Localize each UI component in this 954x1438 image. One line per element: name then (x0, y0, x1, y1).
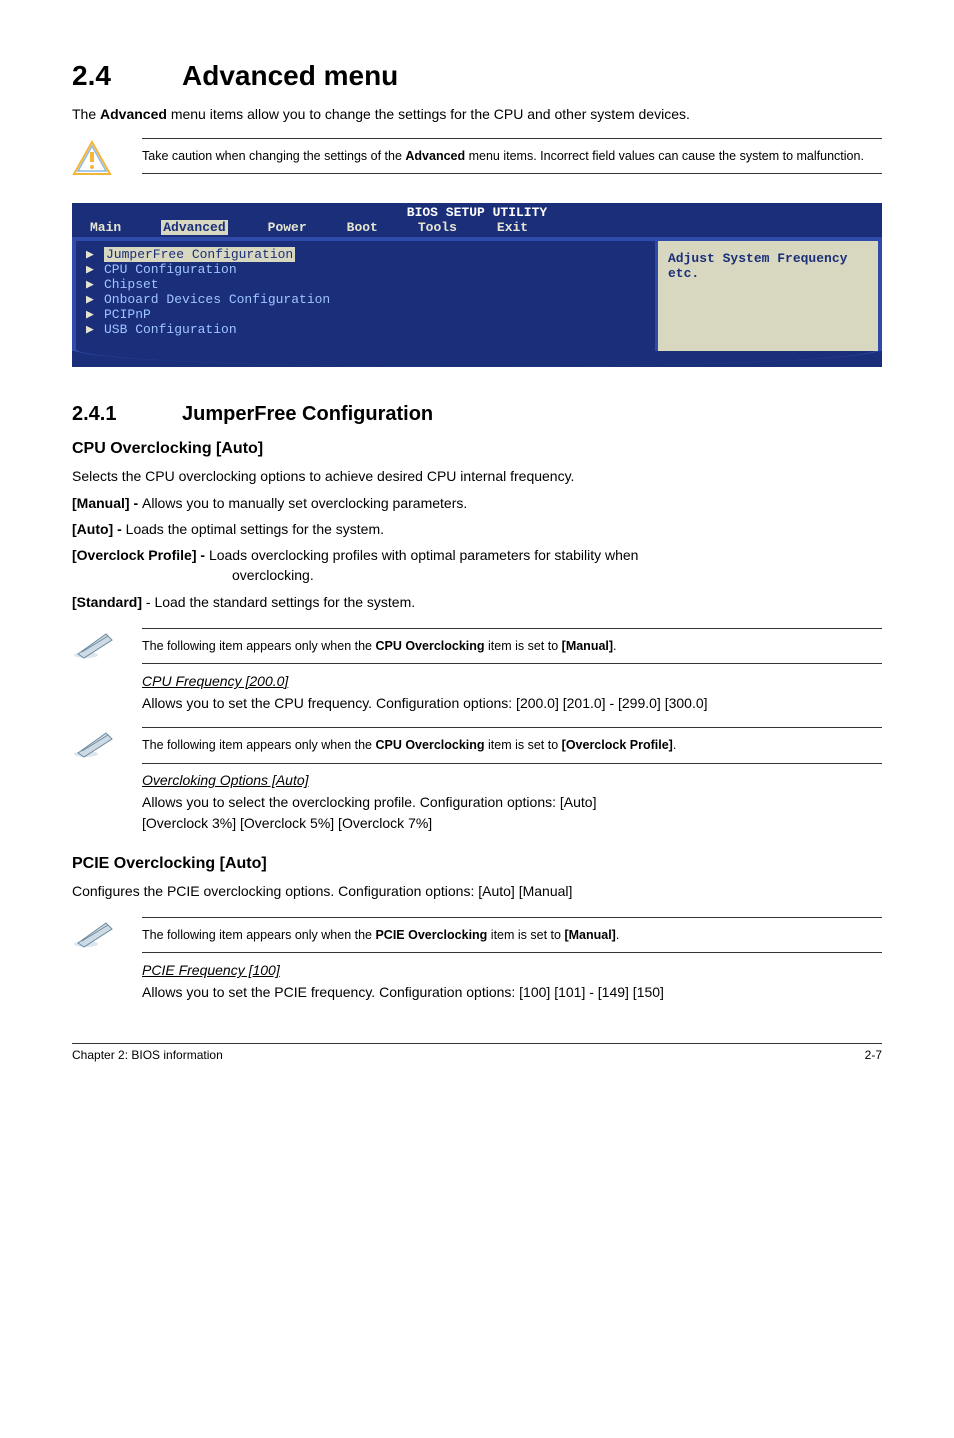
subsection-title: 2.4.1JumperFree Configuration (72, 403, 882, 426)
bios-menu-exit[interactable]: Exit (497, 220, 528, 235)
option-manual: [Manual] - Allows you to manually set ov… (72, 493, 882, 513)
option-standard: [Standard] - Load the standard settings … (72, 592, 882, 612)
bios-item[interactable]: ▶Onboard Devices Configuration (86, 292, 645, 307)
footer-right: 2-7 (865, 1048, 882, 1062)
bios-menu-power[interactable]: Power (268, 220, 307, 235)
submenu-arrow-icon: ▶ (86, 247, 104, 262)
submenu-arrow-icon: ▶ (86, 262, 104, 277)
bios-item[interactable]: ▶JumperFree Configuration (86, 247, 645, 262)
submenu-arrow-icon: ▶ (86, 292, 104, 307)
warning-callout: Take caution when changing the settings … (72, 138, 882, 181)
pcie-frequency-title: PCIE Frequency [100] (142, 962, 280, 978)
bios-items-list: ▶JumperFree Configuration ▶CPU Configura… (72, 241, 658, 351)
note-callout: The following item appears only when the… (72, 727, 882, 764)
note-callout: The following item appears only when the… (72, 628, 882, 665)
pcie-frequency-text: Allows you to set the PCIE frequency. Co… (142, 982, 882, 1002)
footer-left: Chapter 2: BIOS information (72, 1048, 223, 1062)
bios-panel: BIOS SETUP UTILITY Main Advanced Power B… (72, 203, 882, 367)
bios-item[interactable]: ▶Chipset (86, 277, 645, 292)
bios-title: BIOS SETUP UTILITY (72, 203, 882, 220)
pcie-frequency-block: PCIE Frequency [100] Allows you to set t… (142, 962, 882, 1002)
oc-options-text: Allows you to select the overclocking pr… (142, 792, 882, 833)
pcie-oc-heading: PCIE Overclocking [Auto] (72, 855, 882, 873)
bios-item[interactable]: ▶PCIPnP (86, 307, 645, 322)
section-intro: The Advanced menu items allow you to cha… (72, 104, 882, 124)
section-number: 2.4 (72, 60, 182, 92)
pencil-icon (72, 630, 116, 665)
warning-text: Take caution when changing the settings … (142, 138, 882, 174)
option-overclock-profile: [Overclock Profile] - Loads overclocking… (72, 545, 882, 586)
bios-menu-main[interactable]: Main (90, 220, 121, 235)
warning-icon (72, 140, 112, 181)
overclocking-options-block: Overcloking Options [Auto] Allows you to… (142, 772, 882, 833)
pencil-icon (72, 729, 116, 764)
cpu-frequency-title: CPU Frequency [200.0] (142, 673, 288, 689)
bios-menu-advanced[interactable]: Advanced (161, 220, 227, 235)
option-auto: [Auto] - Loads the optimal settings for … (72, 519, 882, 539)
section-title-text: Advanced menu (182, 60, 398, 91)
bios-menu-tools[interactable]: Tools (418, 220, 457, 235)
bios-item[interactable]: ▶CPU Configuration (86, 262, 645, 277)
subsection-number: 2.4.1 (72, 403, 182, 426)
cpu-frequency-text: Allows you to set the CPU frequency. Con… (142, 693, 882, 713)
cpu-oc-desc: Selects the CPU overclocking options to … (72, 466, 882, 486)
submenu-arrow-icon: ▶ (86, 322, 104, 337)
bios-menu-boot[interactable]: Boot (347, 220, 378, 235)
section-title: 2.4Advanced menu (72, 60, 882, 92)
note-text: The following item appears only when the… (142, 727, 882, 763)
page-footer: Chapter 2: BIOS information 2-7 (72, 1043, 882, 1062)
cpu-frequency-block: CPU Frequency [200.0] Allows you to set … (142, 673, 882, 713)
oc-options-title: Overcloking Options [Auto] (142, 772, 309, 788)
submenu-arrow-icon: ▶ (86, 277, 104, 292)
note-text: The following item appears only when the… (142, 917, 882, 953)
note-text: The following item appears only when the… (142, 628, 882, 664)
cpu-oc-heading: CPU Overclocking [Auto] (72, 440, 882, 458)
pencil-icon (72, 919, 116, 954)
pcie-oc-desc: Configures the PCIE overclocking options… (72, 881, 882, 901)
note-callout: The following item appears only when the… (72, 917, 882, 954)
submenu-arrow-icon: ▶ (86, 307, 104, 322)
bios-help-pane: Adjust System Frequency etc. (658, 241, 882, 351)
bios-item[interactable]: ▶USB Configuration (86, 322, 645, 337)
bios-menubar: Main Advanced Power Boot Tools Exit (72, 220, 882, 237)
